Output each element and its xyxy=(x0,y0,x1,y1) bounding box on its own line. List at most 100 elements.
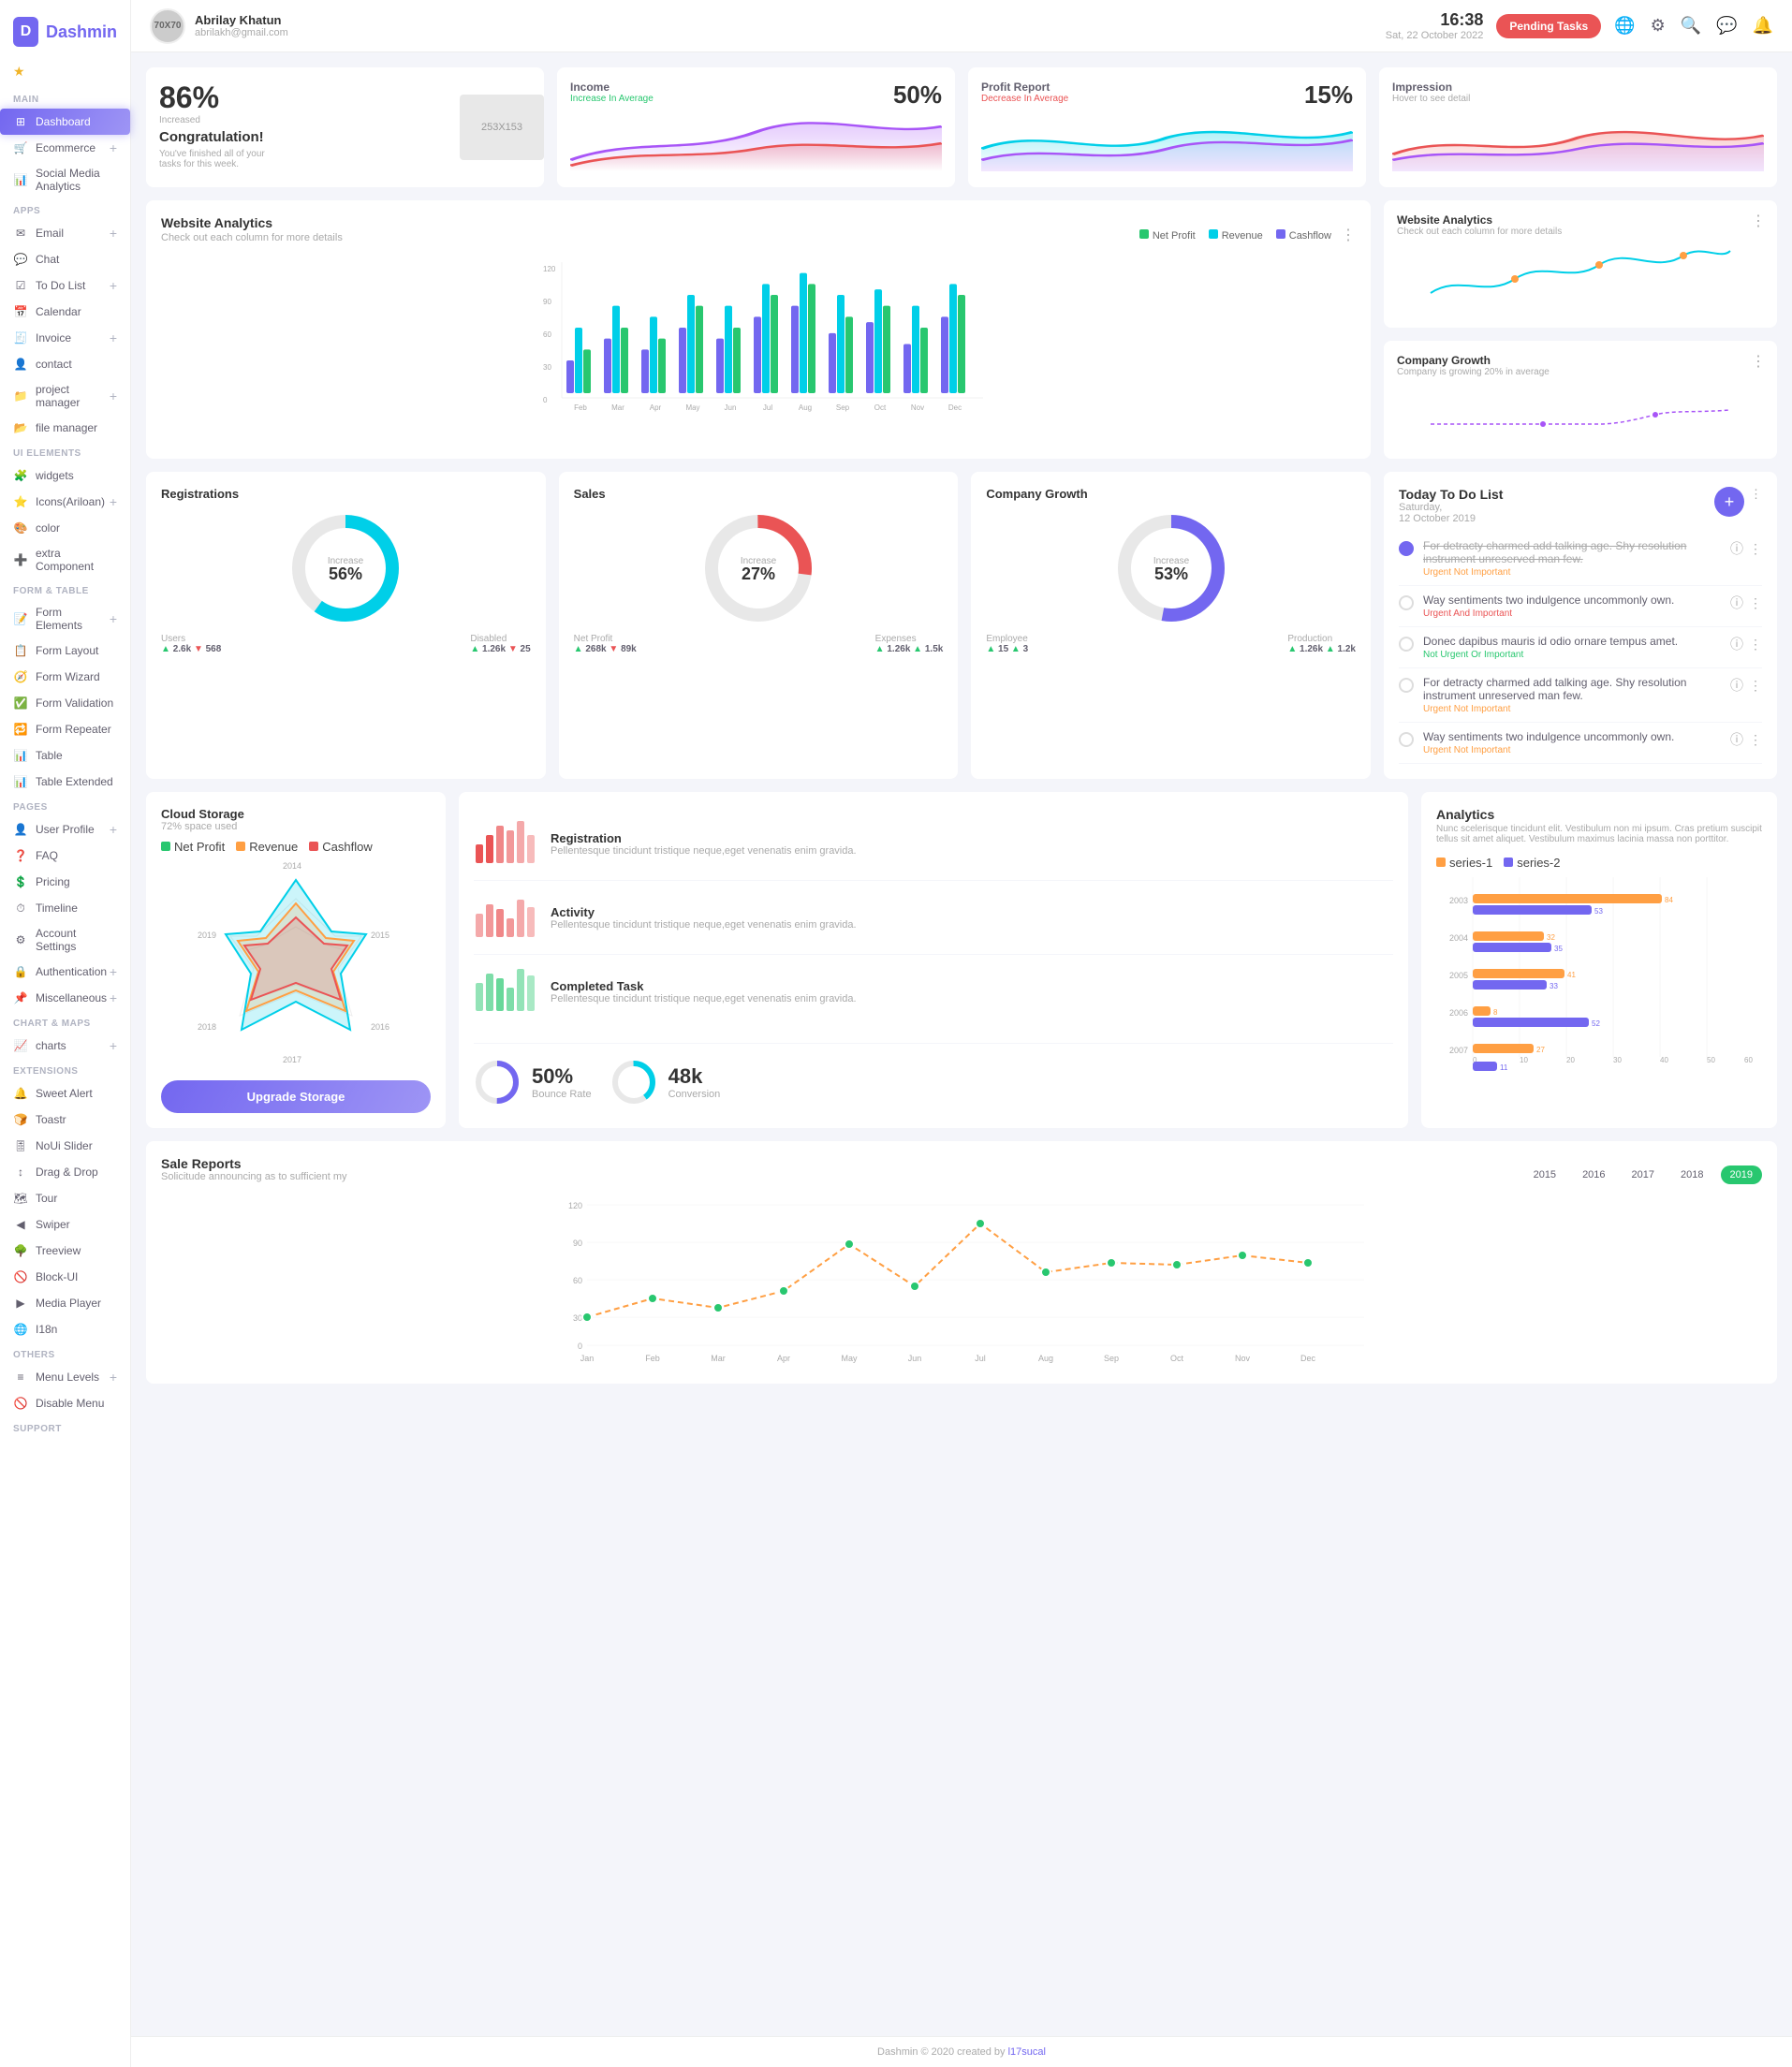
analytics-more-icon[interactable]: ⋮ xyxy=(1341,226,1356,244)
company-growth-more-icon[interactable]: ⋮ xyxy=(1751,352,1766,371)
profit-chart xyxy=(981,115,1353,171)
todo-checkbox[interactable] xyxy=(1399,678,1414,693)
todo-info-icon[interactable]: ⓘ xyxy=(1730,730,1743,749)
sidebar-item-social-media-analytics[interactable]: 📊 Social Media Analytics xyxy=(0,161,130,198)
sidebar-item-widgets[interactable]: 🧩 widgets xyxy=(0,462,130,489)
sidebar-item-table-extended[interactable]: 📊 Table Extended xyxy=(0,769,130,795)
sidebar-item-calendar[interactable]: 📅 Calendar xyxy=(0,299,130,325)
sidebar-item-pricing[interactable]: 💲 Pricing xyxy=(0,869,130,895)
todo-checkbox[interactable] xyxy=(1399,541,1414,556)
search-icon[interactable]: 🔍 xyxy=(1681,16,1701,36)
sidebar-item-account-settings[interactable]: ⚙ Account Settings xyxy=(0,921,130,959)
year-tab-2017[interactable]: 2017 xyxy=(1623,1165,1664,1184)
sidebar-item-miscellaneous[interactable]: 📌 Miscellaneous + xyxy=(0,985,130,1011)
sidebar-item-disable-menu[interactable]: 🚫 Disable Menu xyxy=(0,1390,130,1416)
upgrade-storage-button[interactable]: Upgrade Storage xyxy=(161,1080,431,1113)
sidebar-plus-icon[interactable]: + xyxy=(110,330,117,345)
sidebar-item-menu-levels[interactable]: ≡ Menu Levels + xyxy=(0,1364,130,1390)
sidebar-plus-icon[interactable]: + xyxy=(110,822,117,837)
sidebar-item-file-manager[interactable]: 📂 file manager xyxy=(0,415,130,441)
sidebar-item-label: Invoice xyxy=(36,331,71,344)
sidebar-item-block-ui[interactable]: 🚫 Block-UI xyxy=(0,1264,130,1290)
sidebar-plus-icon[interactable]: + xyxy=(110,140,117,155)
sidebar-item-contact[interactable]: 👤 contact xyxy=(0,351,130,377)
bell-icon[interactable]: 🔔 xyxy=(1753,16,1773,36)
sidebar-item-faq[interactable]: ❓ FAQ xyxy=(0,843,130,869)
sidebar-item-toastr[interactable]: 🍞 Toastr xyxy=(0,1107,130,1133)
sidebar-plus-icon[interactable]: + xyxy=(110,990,117,1005)
todo-more-icon[interactable]: ⋮ xyxy=(1749,637,1762,652)
year-tabs: 2015 2016 2017 2018 2019 xyxy=(1524,1165,1762,1184)
todo-more-icon[interactable]: ⋮ xyxy=(1749,678,1762,694)
add-todo-button[interactable]: + xyxy=(1714,487,1744,517)
sidebar-item-swiper[interactable]: ◀ Swiper xyxy=(0,1211,130,1238)
sidebar-plus-icon[interactable]: + xyxy=(110,388,117,403)
todo-info-icon[interactable]: ⓘ xyxy=(1730,594,1743,612)
year-tab-2016[interactable]: 2016 xyxy=(1573,1165,1614,1184)
small-analytics-more-icon[interactable]: ⋮ xyxy=(1751,212,1766,230)
sidebar-item-form-layout[interactable]: 📋 Form Layout xyxy=(0,638,130,664)
sidebar-item-media-player[interactable]: ▶ Media Player xyxy=(0,1290,130,1316)
todo-checkbox[interactable] xyxy=(1399,637,1414,652)
sidebar-item-extra-component[interactable]: ➕ extra Component xyxy=(0,541,130,579)
todo-text: Donec dapibus mauris id odio ornare temp… xyxy=(1423,635,1721,648)
sidebar-plus-icon[interactable]: + xyxy=(110,226,117,241)
sidebar-item-form-elements[interactable]: 📝 Form Elements + xyxy=(0,600,130,638)
todo-checkbox[interactable] xyxy=(1399,732,1414,747)
sidebar-item-form-wizard[interactable]: 🧭 Form Wizard xyxy=(0,664,130,690)
sidebar-item-project-manager[interactable]: 📁 project manager + xyxy=(0,377,130,415)
sidebar-plus-icon[interactable]: + xyxy=(110,964,117,979)
footer-link[interactable]: l17sucal xyxy=(1008,2046,1046,2058)
todo-more-icon[interactable]: ⋮ xyxy=(1749,541,1762,557)
sidebar-item-user-profile[interactable]: 👤 User Profile + xyxy=(0,816,130,843)
sidebar-item-color[interactable]: 🎨 color xyxy=(0,515,130,541)
sidebar-item-ecommerce[interactable]: 🛒 Ecommerce + xyxy=(0,135,130,161)
sidebar-item-tour[interactable]: 🗺 Tour xyxy=(0,1185,130,1211)
todo-more-icon[interactable]: ⋮ xyxy=(1749,732,1762,748)
sidebar-plus-icon[interactable]: + xyxy=(110,611,117,626)
sidebar-item-dashboard[interactable]: ⊞ Dashboard xyxy=(0,109,130,135)
year-tab-2018[interactable]: 2018 xyxy=(1671,1165,1712,1184)
pending-tasks-button[interactable]: Pending Tasks xyxy=(1496,14,1601,38)
sidebar-item-noui-slider[interactable]: 🎚 NoUi Slider xyxy=(0,1133,130,1159)
todo-more-icon[interactable]: ⋮ xyxy=(1750,487,1762,502)
todo-more-icon[interactable]: ⋮ xyxy=(1749,595,1762,611)
income-title: Income xyxy=(570,81,942,94)
footer: Dashmin © 2020 created by l17sucal xyxy=(131,2036,1792,2067)
todo-info-icon[interactable]: ⓘ xyxy=(1730,539,1743,558)
sidebar-item-drag-&-drop[interactable]: ↕ Drag & Drop xyxy=(0,1159,130,1185)
settings-icon[interactable]: ⚙ xyxy=(1651,16,1666,36)
sidebar-plus-icon[interactable]: + xyxy=(110,1370,117,1385)
sidebar-item-to-do-list[interactable]: ☑ To Do List + xyxy=(0,272,130,299)
sidebar-plus-icon[interactable]: + xyxy=(110,494,117,509)
sidebar-plus-icon[interactable]: + xyxy=(110,278,117,293)
sidebar-item-invoice[interactable]: 🧾 Invoice + xyxy=(0,325,130,351)
todo-info-icon[interactable]: ⓘ xyxy=(1730,676,1743,695)
globe-icon[interactable]: 🌐 xyxy=(1614,16,1635,36)
sidebar-item-sweet-alert[interactable]: 🔔 Sweet Alert xyxy=(0,1080,130,1107)
todo-checkbox[interactable] xyxy=(1399,595,1414,610)
sidebar-item-i18n[interactable]: 🌐 I18n xyxy=(0,1316,130,1342)
conversion-label: Conversion xyxy=(668,1089,721,1100)
sidebar-item-table[interactable]: 📊 Table xyxy=(0,742,130,769)
bounce-rate-value: 50% xyxy=(532,1064,592,1089)
sidebar-item-chat[interactable]: 💬 Chat xyxy=(0,246,130,272)
svg-text:Mar: Mar xyxy=(611,403,624,412)
logo-icon: D xyxy=(13,17,38,47)
todo-info-icon[interactable]: ⓘ xyxy=(1730,635,1743,653)
sidebar-item-treeview[interactable]: 🌳 Treeview xyxy=(0,1238,130,1264)
sidebar-item-charts[interactable]: 📈 charts + xyxy=(0,1033,130,1059)
sidebar-item-form-repeater[interactable]: 🔁 Form Repeater xyxy=(0,716,130,742)
sidebar-item-timeline[interactable]: ⏱ Timeline xyxy=(0,895,130,921)
sidebar-plus-icon[interactable]: + xyxy=(110,1038,117,1053)
sidebar-item-authentication[interactable]: 🔒 Authentication + xyxy=(0,959,130,985)
analytics-legend-s2: series-2 xyxy=(1504,856,1560,870)
chat-icon[interactable]: 💬 xyxy=(1716,16,1737,36)
sidebar-item-form-validation[interactable]: ✅ Form Validation xyxy=(0,690,130,716)
todo-text-group: Way sentiments two indulgence uncommonly… xyxy=(1423,594,1721,619)
year-tab-2015[interactable]: 2015 xyxy=(1524,1165,1565,1184)
sidebar-item-email[interactable]: ✉ Email + xyxy=(0,220,130,246)
year-tab-2019[interactable]: 2019 xyxy=(1721,1165,1762,1184)
sidebar-item-icons(ariloan)[interactable]: ⭐ Icons(Ariloan) + xyxy=(0,489,130,515)
conversion-label-group: 48k Conversion xyxy=(668,1064,721,1100)
